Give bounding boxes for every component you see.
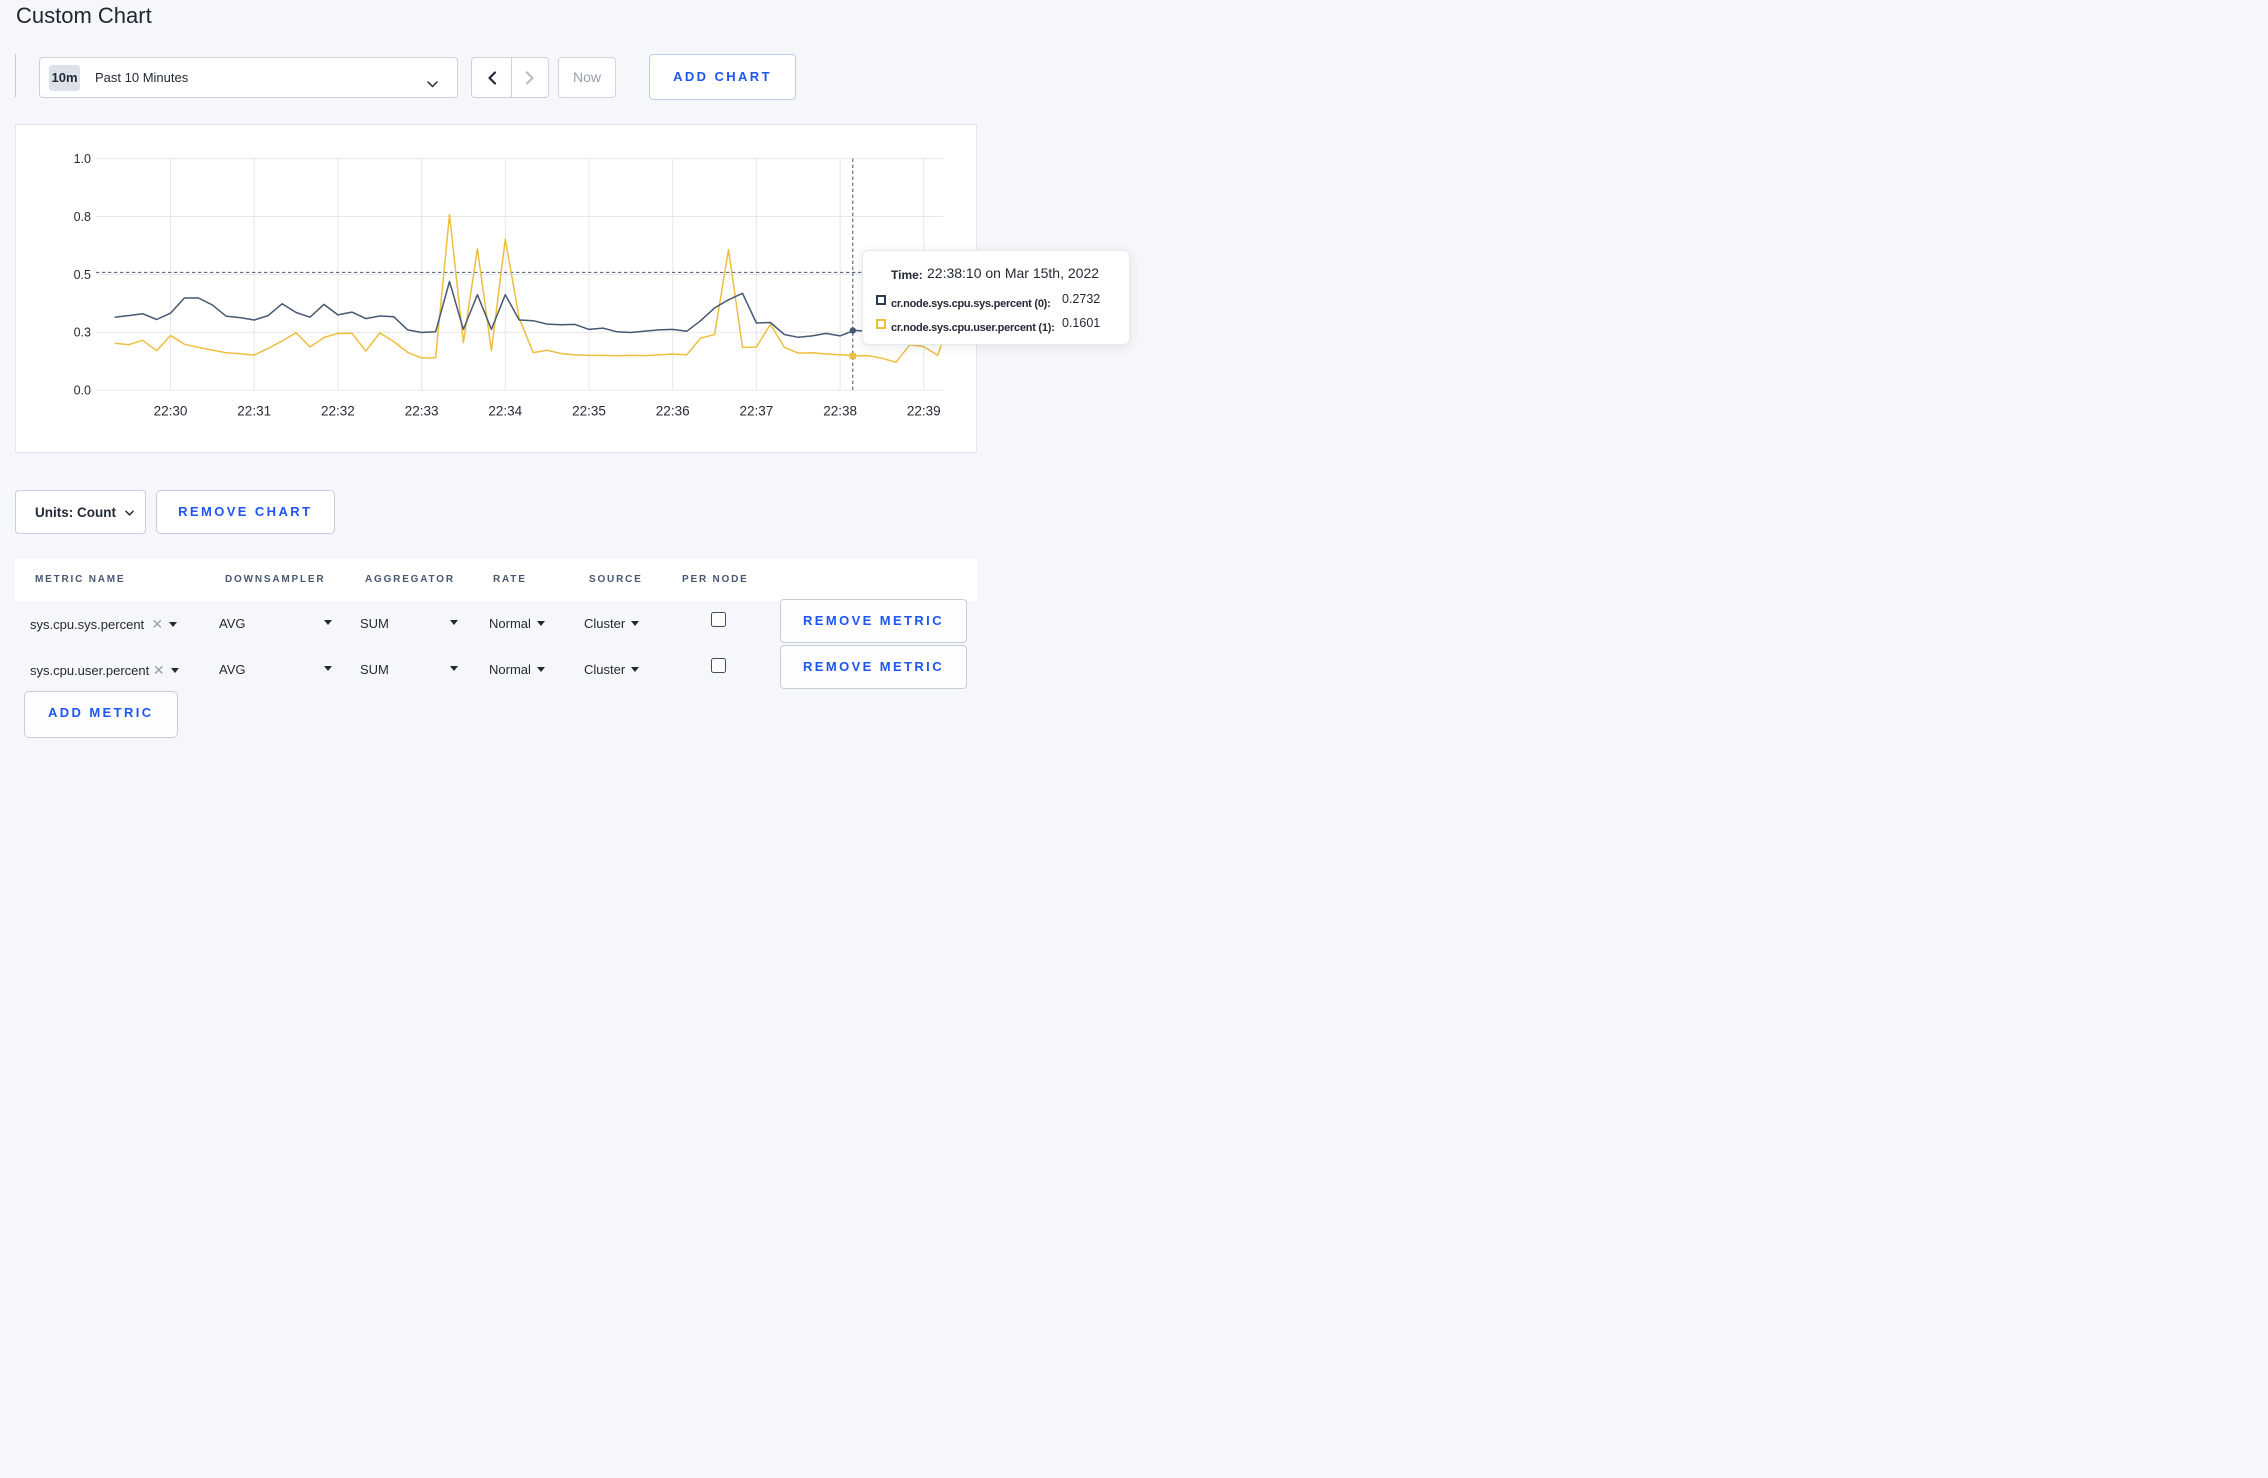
svg-text:22:38: 22:38: [823, 404, 857, 419]
svg-text:22:33: 22:33: [405, 404, 439, 419]
svg-text:22:30: 22:30: [154, 404, 188, 419]
svg-text:22:31: 22:31: [237, 404, 271, 419]
svg-text:22:36: 22:36: [656, 404, 690, 419]
svg-text:22:32: 22:32: [321, 404, 355, 419]
svg-text:0.0: 0.0: [74, 384, 91, 398]
svg-text:22:37: 22:37: [740, 404, 774, 419]
svg-text:0.3: 0.3: [74, 326, 91, 340]
svg-text:0.5: 0.5: [74, 268, 91, 282]
svg-text:22:34: 22:34: [488, 404, 522, 419]
svg-text:22:39: 22:39: [907, 404, 941, 419]
svg-text:1.0: 1.0: [74, 152, 91, 166]
svg-text:22:35: 22:35: [572, 404, 606, 419]
svg-text:0.8: 0.8: [74, 210, 91, 224]
